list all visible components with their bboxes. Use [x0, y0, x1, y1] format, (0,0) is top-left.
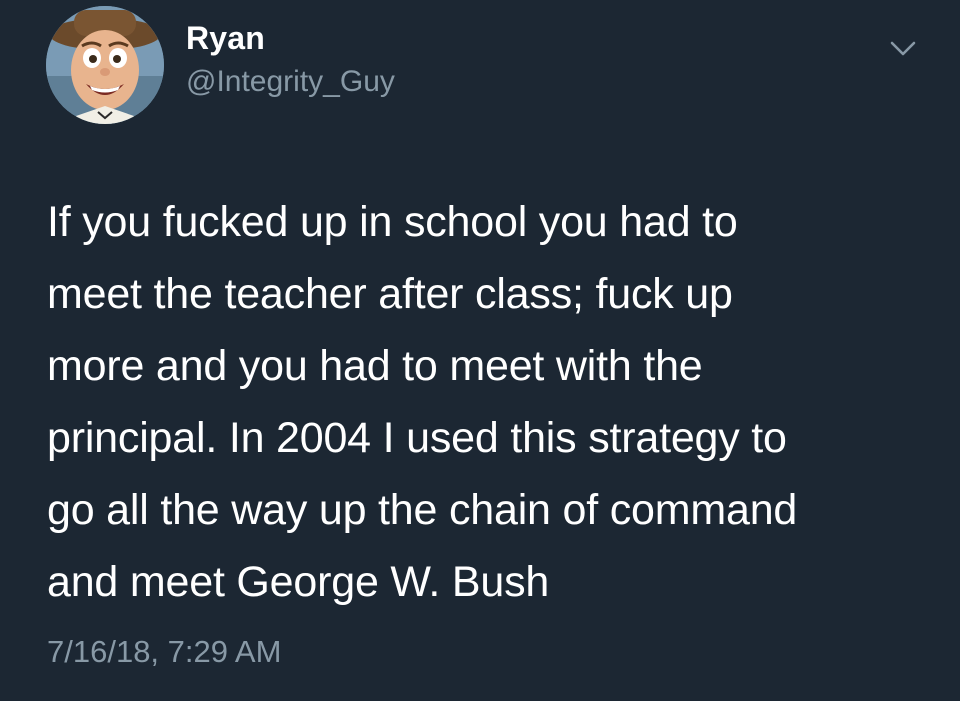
user-handle[interactable]: @Integrity_Guy	[186, 65, 395, 99]
tweet-card: Ryan @Integrity_Guy If you fucked up in …	[0, 0, 960, 701]
display-name[interactable]: Ryan	[186, 20, 265, 57]
tweet-text: If you fucked up in school you had to me…	[47, 198, 798, 606]
woody-avatar-icon	[46, 6, 164, 124]
tweet-timestamp[interactable]: 7/16/18, 7:29 AM	[47, 634, 281, 670]
chevron-down-icon[interactable]	[887, 34, 919, 62]
avatar[interactable]	[46, 6, 164, 124]
